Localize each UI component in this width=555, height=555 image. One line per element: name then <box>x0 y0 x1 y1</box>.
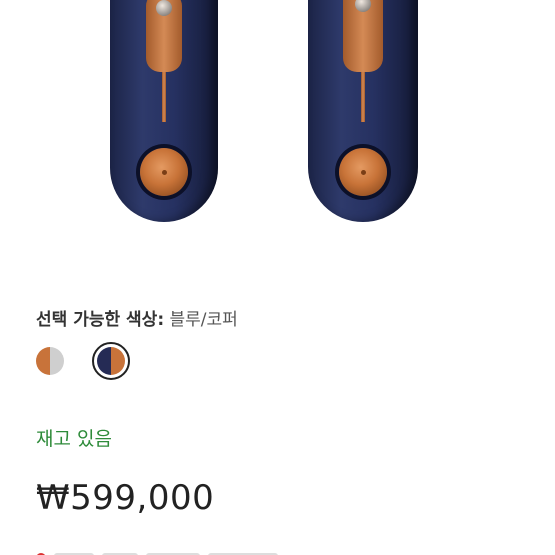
copper-end-cap <box>339 148 387 196</box>
styler-device-left <box>110 0 218 222</box>
copper-panel <box>343 0 383 72</box>
color-swatches <box>36 342 130 380</box>
copper-line <box>162 72 166 122</box>
swatch-copper-nickel[interactable] <box>36 347 64 375</box>
swatch-blue-copper-selected[interactable] <box>92 342 130 380</box>
slider-switch <box>355 0 371 12</box>
color-label: 선택 가능한 색상: <box>36 310 165 330</box>
copper-panel <box>146 0 182 72</box>
product-price: ₩599,000 <box>36 478 215 518</box>
stock-status: 재고 있음 <box>36 428 112 450</box>
slider-switch <box>156 0 172 16</box>
styler-device-right <box>308 0 418 222</box>
copper-end-cap <box>140 148 188 196</box>
product-image <box>0 0 555 230</box>
color-value: 블루/코퍼 <box>169 310 238 330</box>
copper-line <box>361 72 365 122</box>
color-selection-label: 선택 가능한 색상: 블루/코퍼 <box>36 305 238 330</box>
partial-notice-line <box>36 548 296 555</box>
